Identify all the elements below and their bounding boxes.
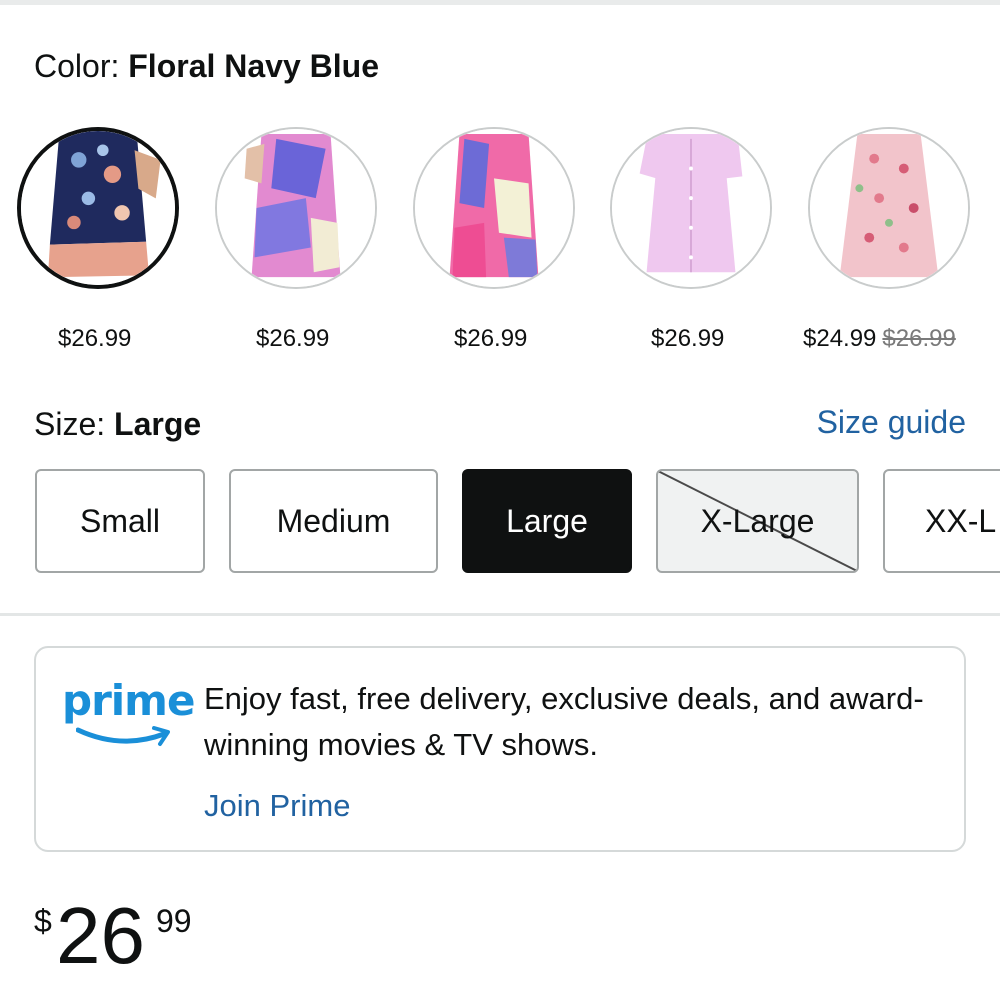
- sale-price: $24.99: [803, 325, 877, 352]
- selected-size-name: Large: [114, 406, 202, 442]
- swatch-image: [17, 127, 179, 289]
- size-option-label: Medium: [276, 502, 391, 539]
- dress-floral-navy-image: [21, 131, 175, 285]
- size-option-xx-large[interactable]: XX-L: [883, 469, 1000, 573]
- size-option-large[interactable]: Large: [462, 469, 632, 573]
- color-swatch-tie-dye-purple[interactable]: [215, 127, 377, 289]
- size-option-label: XX-L: [925, 502, 997, 539]
- prime-message: Enjoy fast, free delivery, exclusive dea…: [204, 681, 924, 762]
- dress-tie-dye-purple-image: [217, 129, 375, 287]
- size-option-small[interactable]: Small: [35, 469, 205, 573]
- size-guide-link[interactable]: Size guide: [817, 402, 966, 442]
- size-option-x-large[interactable]: X-Large: [656, 469, 859, 573]
- swatch-price-sale: $24.99 $26.99: [803, 324, 956, 354]
- prime-promo-card: prime Enjoy fast, free delivery, exclusi…: [34, 646, 966, 852]
- color-swatch-pink-floral[interactable]: [808, 127, 970, 289]
- swatch-image: [610, 127, 772, 289]
- section-divider: [0, 613, 1000, 616]
- swatch-price: $26.99: [651, 325, 725, 352]
- prime-logo: prime: [62, 676, 195, 756]
- swatch-price: $26.99: [256, 325, 330, 352]
- color-label-prefix: Color:: [34, 48, 120, 84]
- dress-pink-floral-image: [810, 129, 968, 287]
- size-option-label: Large: [506, 502, 588, 539]
- swatch-image: [808, 127, 970, 289]
- size-option-label: X-Large: [700, 502, 815, 539]
- size-label-prefix: Size:: [34, 406, 106, 442]
- swatch-price: $26.99: [58, 325, 132, 352]
- color-label: Color: Floral Navy Blue: [34, 46, 379, 86]
- prime-logo-text: prime: [62, 676, 195, 725]
- price-whole: 26: [56, 891, 145, 980]
- selected-color-name: Floral Navy Blue: [128, 48, 379, 84]
- swatch-image: [215, 127, 377, 289]
- color-swatch-light-pink[interactable]: [610, 127, 772, 289]
- color-swatch-tie-dye-pink[interactable]: [413, 127, 575, 289]
- color-swatch-floral-navy-blue[interactable]: [17, 127, 179, 289]
- join-prime-link[interactable]: Join Prime: [204, 786, 350, 826]
- price-currency-symbol: $: [34, 903, 52, 939]
- swatch-price: $26.99: [454, 325, 528, 352]
- size-option-label: Small: [79, 502, 160, 539]
- size-label: Size: Large: [34, 404, 201, 444]
- dress-light-pink-image: [612, 129, 770, 287]
- prime-smile-arrow-icon: [76, 726, 170, 746]
- swatch-image: [413, 127, 575, 289]
- top-divider: [0, 0, 1000, 5]
- size-option-medium[interactable]: Medium: [229, 469, 438, 573]
- original-price: $26.99: [882, 325, 956, 352]
- dress-tie-dye-pink-image: [415, 129, 573, 287]
- price-fraction: 99: [156, 903, 192, 939]
